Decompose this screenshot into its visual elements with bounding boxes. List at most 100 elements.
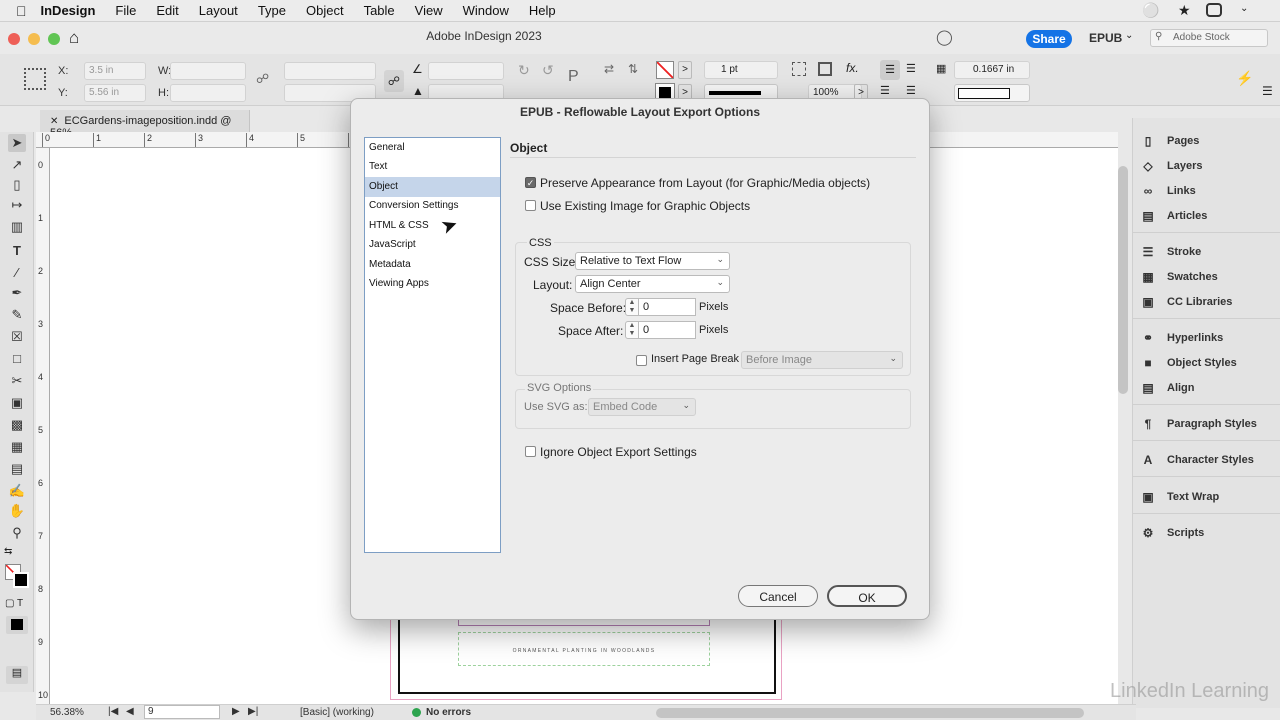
zoom-tool-icon[interactable]: ⚲: [8, 524, 26, 542]
flip-horizontal-icon[interactable]: ⇄: [604, 62, 614, 76]
eyedropper-tool-icon[interactable]: ✍: [8, 482, 26, 500]
menu-app-name[interactable]: InDesign: [41, 3, 96, 18]
panel-links[interactable]: ∞ Links: [1141, 184, 1196, 198]
screen-mode-icon[interactable]: ▤: [6, 666, 28, 684]
previous-page-icon[interactable]: ◀: [126, 706, 134, 717]
panel-swatches[interactable]: ▦ Swatches: [1141, 270, 1217, 284]
gradient-tool-icon[interactable]: ▩: [8, 416, 26, 434]
rotation-field[interactable]: [428, 62, 504, 80]
effects-icon[interactable]: fx.: [846, 61, 859, 75]
star-icon[interactable]: ★: [1178, 2, 1191, 19]
css-size-dropdown[interactable]: Relative to Text Flow ⌄: [575, 252, 730, 270]
panel-align[interactable]: ▤ Align: [1141, 381, 1194, 395]
gradient-feather-tool-icon[interactable]: ▦: [8, 438, 26, 456]
category-text[interactable]: Text: [365, 157, 500, 177]
lightbulb-icon[interactable]: ◯: [936, 28, 953, 46]
chevron-down-icon[interactable]: ⌄: [1125, 30, 1133, 41]
quick-actions-icon[interactable]: ⚡: [1236, 70, 1253, 87]
panel-scripts[interactable]: ⚙ Scripts: [1141, 526, 1205, 540]
category-html-css[interactable]: HTML & CSS: [365, 216, 500, 236]
align-right-icon[interactable]: ☰: [880, 84, 890, 97]
control-center-icon[interactable]: [1206, 3, 1222, 17]
menu-file[interactable]: File: [115, 3, 136, 18]
ok-button[interactable]: OK: [827, 585, 907, 607]
panel-articles[interactable]: ▤ Articles: [1141, 209, 1207, 223]
preflight-profile[interactable]: [Basic] (working): [300, 707, 374, 718]
w-field[interactable]: [170, 62, 246, 80]
type-tool-icon[interactable]: T: [8, 242, 26, 260]
ignore-object-export-checkbox[interactable]: [525, 446, 536, 457]
pencil-tool-icon[interactable]: ✎: [8, 306, 26, 324]
preserve-appearance-checkbox[interactable]: ✓: [525, 177, 536, 188]
use-svg-dropdown[interactable]: Embed Code ⌄: [588, 398, 696, 416]
category-metadata[interactable]: Metadata: [365, 255, 500, 275]
category-javascript[interactable]: JavaScript: [365, 235, 500, 255]
adobe-stock-search[interactable]: ⚲ Adobe Stock: [1150, 29, 1268, 47]
chevron-right-icon[interactable]: >: [678, 61, 692, 79]
chevron-down-icon[interactable]: ⌄: [1240, 3, 1248, 14]
offset-field[interactable]: 0.1667 in: [954, 61, 1030, 79]
space-after-stepper[interactable]: ▲ ▼: [625, 321, 639, 339]
preflight-status[interactable]: No errors: [426, 707, 471, 718]
first-page-icon[interactable]: |◀: [108, 706, 118, 717]
panel-cc-libraries[interactable]: ▣ CC Libraries: [1141, 295, 1232, 309]
menu-window[interactable]: Window: [463, 3, 509, 18]
category-conversion-settings[interactable]: Conversion Settings: [365, 196, 500, 216]
vertical-scrollbar[interactable]: [1118, 166, 1128, 394]
x-field[interactable]: 3.5 in: [84, 62, 146, 80]
stroke-swatch[interactable]: [13, 572, 29, 588]
frame-fitting-icon[interactable]: [818, 62, 832, 76]
constrain-scale-icon[interactable]: ☍: [384, 70, 404, 92]
apple-icon[interactable]: : [16, 3, 27, 19]
frame-fitting-icon[interactable]: [792, 62, 806, 76]
page-tool-icon[interactable]: ▯: [8, 176, 26, 194]
swap-colors-icon[interactable]: ⇆: [4, 546, 12, 557]
select-container-icon[interactable]: P: [568, 68, 579, 86]
panel-pages[interactable]: ▯ Pages: [1141, 134, 1200, 148]
category-general[interactable]: General: [365, 138, 500, 158]
scissors-tool-icon[interactable]: ✂: [8, 372, 26, 390]
rotate-cw-icon[interactable]: ↻: [518, 62, 530, 79]
menu-edit[interactable]: Edit: [156, 3, 178, 18]
layout-dropdown[interactable]: Align Center ⌄: [575, 275, 730, 293]
category-object[interactable]: Object: [365, 177, 500, 197]
panel-character-styles[interactable]: A Character Styles: [1141, 453, 1254, 467]
zoom-level[interactable]: 56.38%: [50, 707, 84, 718]
line-style-swatch[interactable]: [954, 84, 1030, 102]
scale-x-field[interactable]: [284, 62, 376, 80]
menu-type[interactable]: Type: [258, 3, 286, 18]
panel-menu-icon[interactable]: ☰: [1262, 84, 1273, 98]
direct-selection-tool-icon[interactable]: ↗: [8, 156, 26, 174]
share-button[interactable]: Share: [1026, 30, 1072, 48]
space-after-field[interactable]: 0: [639, 321, 696, 339]
menu-help[interactable]: Help: [529, 3, 556, 18]
use-existing-image-checkbox[interactable]: [525, 200, 536, 211]
document-tab[interactable]: ✕ECGardens-imageposition.indd @ 56%: [40, 110, 250, 139]
constrain-proportions-icon[interactable]: ☍: [256, 71, 269, 87]
menu-object[interactable]: Object: [306, 3, 344, 18]
page-number-field[interactable]: 9: [144, 705, 220, 719]
align-justify-icon[interactable]: ☰: [906, 84, 916, 97]
last-page-icon[interactable]: ▶|: [248, 706, 258, 717]
rectangle-frame-tool-icon[interactable]: ☒: [8, 328, 26, 346]
content-collector-icon[interactable]: ▥: [8, 218, 26, 236]
panel-paragraph-styles[interactable]: ¶ Paragraph Styles: [1141, 417, 1257, 431]
menu-table[interactable]: Table: [364, 3, 395, 18]
line-tool-icon[interactable]: ∕: [8, 264, 26, 282]
hand-tool-icon[interactable]: ✋: [8, 502, 26, 520]
apply-color-icon[interactable]: [6, 616, 28, 634]
workspace-switcher[interactable]: EPUB: [1089, 31, 1122, 45]
panel-object-styles[interactable]: ■ Object Styles: [1141, 356, 1236, 370]
y-field[interactable]: 5.56 in: [84, 84, 146, 102]
menu-layout[interactable]: Layout: [199, 3, 238, 18]
stroke-weight-field[interactable]: 1 pt: [704, 61, 778, 79]
close-icon[interactable]: ✕: [50, 116, 58, 127]
free-transform-tool-icon[interactable]: ▣: [8, 394, 26, 412]
align-center-icon[interactable]: ☰: [906, 62, 916, 75]
gap-icon[interactable]: ▦: [936, 62, 946, 75]
formatting-container-icon[interactable]: ▢ T: [5, 598, 23, 609]
cancel-button[interactable]: Cancel: [738, 585, 818, 607]
panel-stroke[interactable]: ☰ Stroke: [1141, 245, 1202, 259]
note-tool-icon[interactable]: ▤: [8, 460, 26, 478]
pen-tool-icon[interactable]: ✒: [8, 284, 26, 302]
